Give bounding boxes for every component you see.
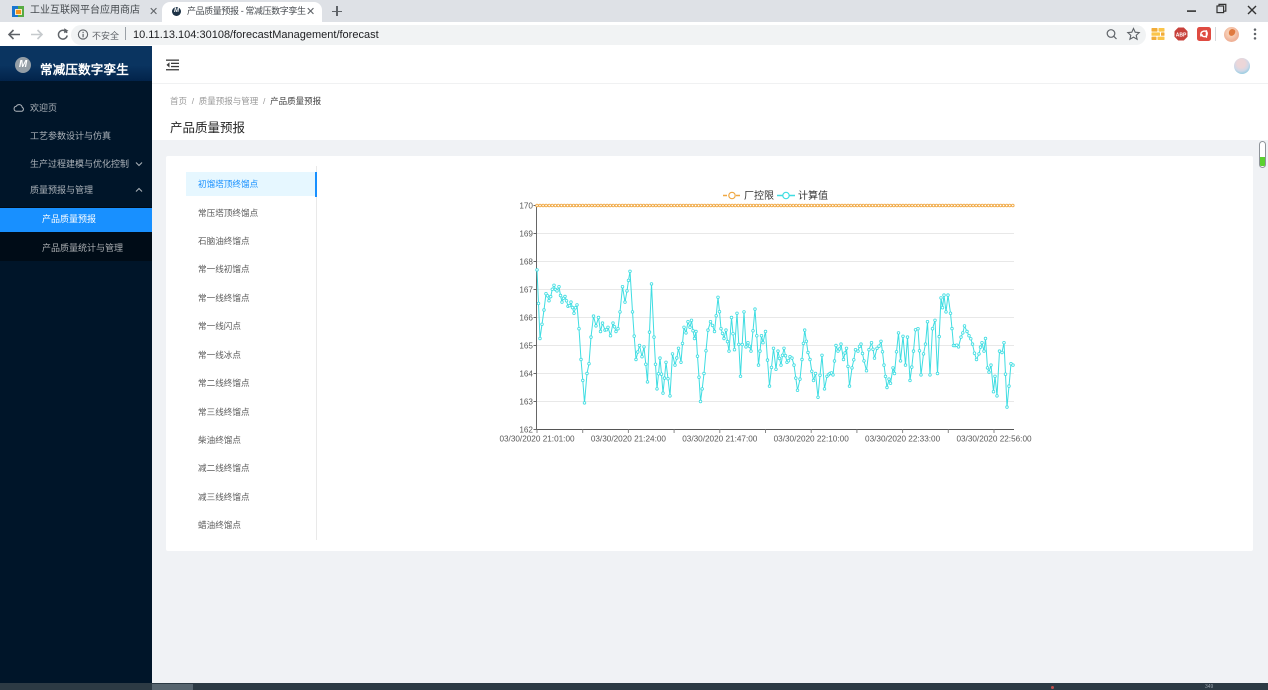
svg-text:ABP: ABP [1176, 32, 1187, 38]
